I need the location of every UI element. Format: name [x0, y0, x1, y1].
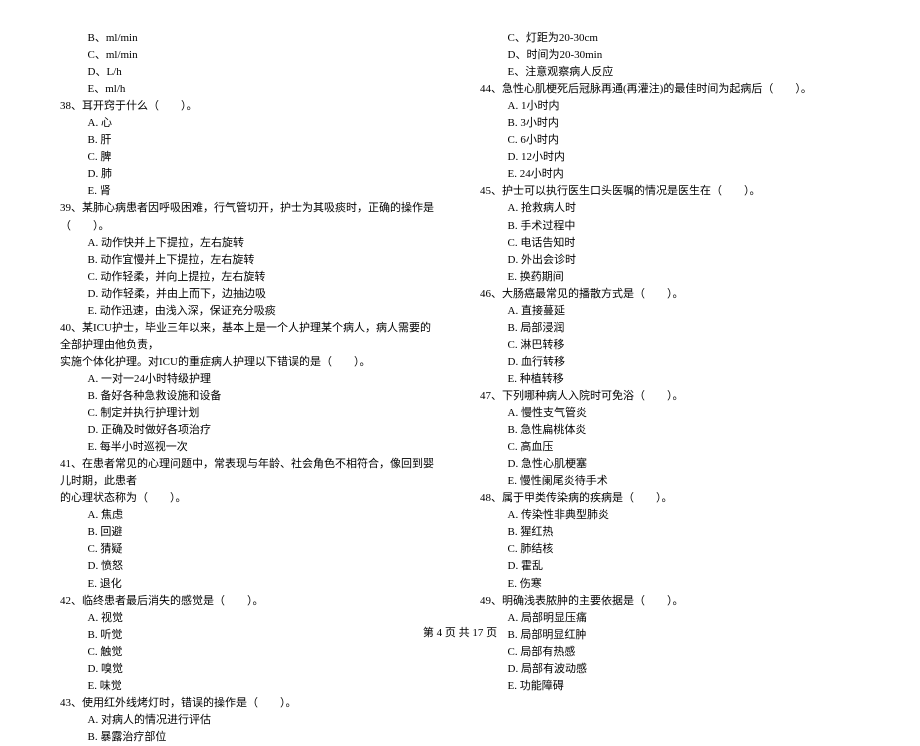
option: B. 暴露治疗部位 [60, 729, 440, 746]
option: A. 传染性非典型肺炎 [480, 507, 860, 524]
option: D. 局部有波动感 [480, 661, 860, 678]
option: A. 心 [60, 115, 440, 132]
option: A. 慢性支气管炎 [480, 405, 860, 422]
option: D. 血行转移 [480, 354, 860, 371]
option: B. 局部浸润 [480, 320, 860, 337]
option: D. 正确及时做好各项治疗 [60, 422, 440, 439]
question-41-stem-line2: 的心理状态称为（ ）。 [60, 490, 440, 507]
option: A. 动作快并上下提拉，左右旋转 [60, 235, 440, 252]
option: A. 一对一24小时特级护理 [60, 371, 440, 388]
option: C、灯距为20-30cm [480, 30, 860, 47]
option: C. 淋巴转移 [480, 337, 860, 354]
option: B. 手术过程中 [480, 218, 860, 235]
option: E. 伤寒 [480, 576, 860, 593]
option: D. 急性心肌梗塞 [480, 456, 860, 473]
option: E. 24小时内 [480, 166, 860, 183]
option: D、时间为20-30min [480, 47, 860, 64]
option: B. 3小时内 [480, 115, 860, 132]
question-40-stem-line2: 实施个体化护理。对ICU的重症病人护理以下错误的是（ ）。 [60, 354, 440, 371]
option: E. 慢性阑尾炎待手术 [480, 473, 860, 490]
question-45-stem: 45、护士可以执行医生口头医嘱的情况是医生在（ ）。 [480, 183, 860, 200]
option: D. 嗅觉 [60, 661, 440, 678]
option: A. 对病人的情况进行评估 [60, 712, 440, 729]
option: B、ml/min [60, 30, 440, 47]
option: E. 味觉 [60, 678, 440, 695]
question-40-stem-line1: 40、某ICU护士，毕业三年以来，基本上是一个人护理某个病人，病人需要的全部护理… [60, 320, 440, 354]
option: C、ml/min [60, 47, 440, 64]
question-43-stem: 43、使用红外线烤灯时，错误的操作是（ ）。 [60, 695, 440, 712]
option: C. 电话告知时 [480, 235, 860, 252]
option: B. 猩红热 [480, 524, 860, 541]
option: E. 换药期间 [480, 269, 860, 286]
option: D. 肺 [60, 166, 440, 183]
page-footer: 第 4 页 共 17 页 [0, 624, 920, 640]
question-49-stem: 49、明确浅表脓肿的主要依据是（ ）。 [480, 593, 860, 610]
option: C. 脾 [60, 149, 440, 166]
option: E. 肾 [60, 183, 440, 200]
question-46-stem: 46、大肠癌最常见的播散方式是（ ）。 [480, 286, 860, 303]
option: D. 愤怒 [60, 558, 440, 575]
option: C. 制定并执行护理计划 [60, 405, 440, 422]
option: D. 霍乱 [480, 558, 860, 575]
question-48-stem: 48、属于甲类传染病的疾病是（ ）。 [480, 490, 860, 507]
option: C. 局部有热感 [480, 644, 860, 661]
option: B. 回避 [60, 524, 440, 541]
question-42-stem: 42、临终患者最后消失的感觉是（ ）。 [60, 593, 440, 610]
option: A. 1小时内 [480, 98, 860, 115]
option: C. 高血压 [480, 439, 860, 456]
option: D. 外出会诊时 [480, 252, 860, 269]
option: B. 备好各种急救设施和设备 [60, 388, 440, 405]
option: D. 12小时内 [480, 149, 860, 166]
option: C. 猜疑 [60, 541, 440, 558]
option: C. 6小时内 [480, 132, 860, 149]
option: C. 触觉 [60, 644, 440, 661]
option: A. 直接蔓延 [480, 303, 860, 320]
question-41-stem-line1: 41、在患者常见的心理问题中，常表现与年龄、社会角色不相符合，像回到婴儿时期，此… [60, 456, 440, 490]
option: E. 功能障碍 [480, 678, 860, 695]
option: E. 退化 [60, 576, 440, 593]
option: C. 动作轻柔，并向上提拉，左右旋转 [60, 269, 440, 286]
option: D、L/h [60, 64, 440, 81]
option: B. 动作宜慢并上下提拉，左右旋转 [60, 252, 440, 269]
option: E. 种植转移 [480, 371, 860, 388]
question-38-stem: 38、耳开窍于什么（ ）。 [60, 98, 440, 115]
option: E、ml/h [60, 81, 440, 98]
option: B. 肝 [60, 132, 440, 149]
question-39-stem: 39、某肺心病患者因呼吸困难，行气管切开，护士为其吸痰时，正确的操作是（ ）。 [60, 200, 440, 234]
option: E. 每半小时巡视一次 [60, 439, 440, 456]
question-47-stem: 47、下列哪种病人入院时可免浴（ ）。 [480, 388, 860, 405]
option: A. 抢救病人时 [480, 200, 860, 217]
question-44-stem: 44、急性心肌梗死后冠脉再通(再灌注)的最佳时间为起病后（ ）。 [480, 81, 860, 98]
option: B. 急性扁桃体炎 [480, 422, 860, 439]
option: E. 动作迅速，由浅入深，保证充分吸痰 [60, 303, 440, 320]
option: E、注意观察病人反应 [480, 64, 860, 81]
option: C. 肺结核 [480, 541, 860, 558]
option: A. 焦虑 [60, 507, 440, 524]
option: D. 动作轻柔，并由上而下，边抽边吸 [60, 286, 440, 303]
